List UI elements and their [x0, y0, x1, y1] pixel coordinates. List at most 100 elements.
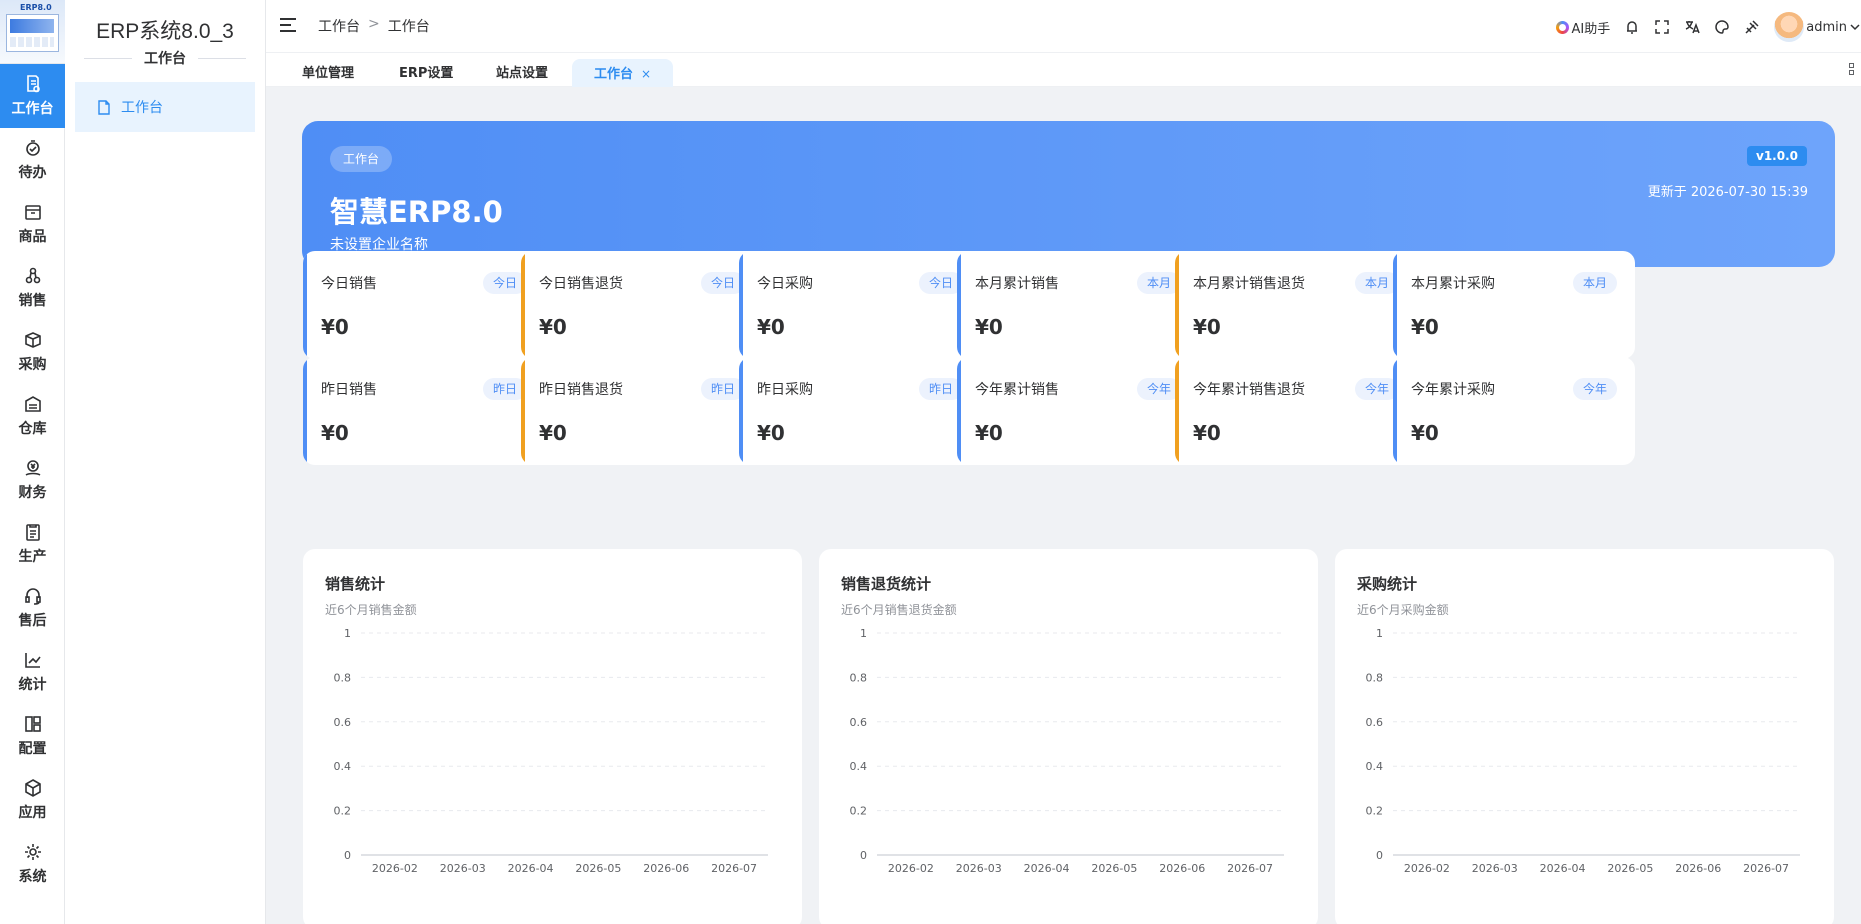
translate-icon[interactable] — [1684, 19, 1700, 35]
stat-accent-bar — [739, 251, 743, 359]
stat-card: 今年累计销售 今年 ¥0 — [957, 357, 1199, 465]
rail-item-finance[interactable]: 财务 — [0, 448, 65, 512]
bell-icon[interactable] — [1624, 19, 1640, 35]
palette-icon[interactable] — [1714, 19, 1730, 35]
sub-menu: ERP系统8.0_3 工作台 工作台 — [65, 0, 266, 924]
rail-item-production[interactable]: 生产 — [0, 512, 65, 576]
main-nav-rail: ERP8.0 工作台 待办商品销售采购 仓库财务生产售后统计配置应用系统 — [0, 0, 65, 924]
stat-name: 本月累计采购 — [1411, 276, 1495, 292]
rail-item-workbench[interactable]: 工作台 — [0, 64, 65, 128]
stat-value: ¥0 — [321, 315, 349, 339]
y-tick-label: 0.6 — [334, 716, 352, 729]
rail-item-purchase[interactable]: 采购 — [0, 320, 65, 384]
stat-value: ¥0 — [1193, 315, 1221, 339]
rail-item-label: 配置 — [18, 741, 47, 757]
collapse-menu-icon[interactable] — [280, 18, 296, 32]
ai-assistant-button[interactable]: AI助手 — [1555, 18, 1611, 37]
stat-value: ¥0 — [1193, 421, 1221, 445]
stat-name: 今日销售退货 — [539, 276, 623, 292]
stat-card: 今日采购 今日 ¥0 — [739, 251, 981, 359]
rail-item-label: 统计 — [18, 677, 47, 693]
y-tick-label: 0.8 — [334, 671, 352, 684]
y-tick-label: 0.8 — [1366, 671, 1384, 684]
rail-item-apps[interactable]: 应用 — [0, 768, 65, 832]
rail-item-goods[interactable]: 商品 — [0, 192, 65, 256]
tab-erp-settings[interactable]: ERP设置 — [399, 59, 453, 87]
tab-label: ERP设置 — [399, 66, 454, 81]
x-tick-label: 2026-06 — [643, 862, 689, 875]
stat-value: ¥0 — [321, 421, 349, 445]
stat-card: 本月累计销售 本月 ¥0 — [957, 251, 1199, 359]
stat-accent-bar — [1175, 251, 1179, 359]
y-tick-label: 1 — [344, 627, 351, 640]
document-icon — [98, 99, 110, 115]
x-tick-label: 2026-05 — [1091, 862, 1137, 875]
fullscreen-icon[interactable] — [1654, 19, 1670, 35]
tab-unit-management[interactable]: 单位管理 — [302, 59, 354, 87]
stat-accent-bar — [1175, 357, 1179, 465]
breadcrumb: 工作台 > 工作台 — [318, 16, 430, 36]
ai-logo-icon — [1555, 20, 1569, 34]
y-tick-label: 1 — [1376, 627, 1383, 640]
y-tick-label: 0.8 — [850, 671, 868, 684]
rail-item-system[interactable]: 系统 — [0, 832, 65, 896]
y-tick-label: 0.2 — [334, 805, 352, 818]
rail-item-label: 售后 — [18, 613, 47, 629]
y-tick-label: 0.4 — [1366, 760, 1384, 773]
updated-time: 更新于 2026-07-30 15:39 — [1647, 185, 1808, 200]
todo-icon — [25, 140, 40, 156]
stat-value: ¥0 — [1411, 315, 1439, 339]
app-logo[interactable]: ERP8.0 — [0, 0, 65, 64]
stat-accent-bar — [303, 251, 307, 359]
ai-assistant-label: AI助手 — [1571, 21, 1611, 37]
goods-icon — [24, 205, 41, 220]
rail-item-warehouse[interactable]: 仓库 — [0, 384, 65, 448]
rail-item-after-sales[interactable]: 售后 — [0, 576, 65, 640]
rail-item-label: 销售 — [18, 293, 47, 309]
x-tick-label: 2026-07 — [711, 862, 757, 875]
banner-title: 智慧ERP8.0 — [330, 195, 503, 229]
stat-card: 今日销售退货 今日 ¥0 — [521, 251, 763, 359]
breadcrumb-separator: > — [368, 16, 380, 32]
rail-item-statistics[interactable]: 统计 — [0, 640, 65, 704]
rail-item-sales[interactable]: 销售 — [0, 256, 65, 320]
erp-app: ERP8.0 工作台 待办 商品 销售 采购 仓库 财务 生产 售后 统计 配置 应用 系统 ERP系统… — [0, 0, 1861, 924]
stat-accent-bar — [1393, 357, 1397, 465]
x-tick-label: 2026-07 — [1743, 862, 1789, 875]
stat-name: 昨日销售 — [321, 382, 377, 398]
rail-item-todo[interactable]: 待办 — [0, 128, 65, 192]
y-tick-label: 0.6 — [1366, 716, 1384, 729]
stat-name: 昨日销售退货 — [539, 382, 623, 398]
stat-name: 今日销售 — [321, 276, 377, 292]
x-tick-label: 2026-07 — [1227, 862, 1273, 875]
close-tab-icon[interactable]: × — [641, 67, 651, 81]
stat-value: ¥0 — [975, 315, 1003, 339]
tab-workbench[interactable]: 工作台 × — [572, 59, 674, 87]
tab-bar: 单位管理 ERP设置 站点设置 工作台 × — [266, 53, 1861, 87]
rail-item-label: 财务 — [18, 485, 47, 501]
user-menu[interactable]: admin — [1774, 12, 1861, 42]
stat-accent-bar — [303, 357, 307, 465]
tabs-menu-icon[interactable] — [1849, 63, 1861, 77]
stat-name: 今年累计采购 — [1411, 382, 1495, 398]
x-tick-label: 2026-05 — [1607, 862, 1653, 875]
line-chart: 0 0.2 0.4 0.6 0.8 1 2026-02 2026-03 2026-04 2026-… — [334, 627, 768, 875]
clear-cache-icon[interactable] — [1744, 19, 1760, 35]
stat-card: 今日销售 今日 ¥0 — [303, 251, 545, 359]
breadcrumb-item[interactable]: 工作台 — [318, 16, 360, 36]
stat-card: 昨日采购 昨日 ¥0 — [739, 357, 981, 465]
logo-text: ERP8.0 — [20, 3, 52, 12]
stat-name: 本月累计销售退货 — [1193, 276, 1305, 292]
rail-item-label: 系统 — [18, 869, 47, 885]
rail-item-config[interactable]: 配置 — [0, 704, 65, 768]
tab-site-settings[interactable]: 站点设置 — [496, 59, 548, 87]
stat-card: 昨日销售 昨日 ¥0 — [303, 357, 545, 465]
chevron-down-icon — [1850, 24, 1860, 31]
menu-item-label: 工作台 — [121, 100, 163, 116]
x-tick-label: 2026-04 — [1540, 862, 1586, 875]
x-tick-label: 2026-03 — [1472, 862, 1518, 875]
rail-item-label: 商品 — [18, 229, 47, 245]
stat-accent-bar — [521, 251, 525, 359]
chart-card: 销售统计 近6个月销售金额 0 0.2 0.4 0.6 0.8 1 2026-02 2026-03… — [303, 549, 802, 924]
menu-item-workbench[interactable]: 工作台 — [75, 82, 255, 132]
